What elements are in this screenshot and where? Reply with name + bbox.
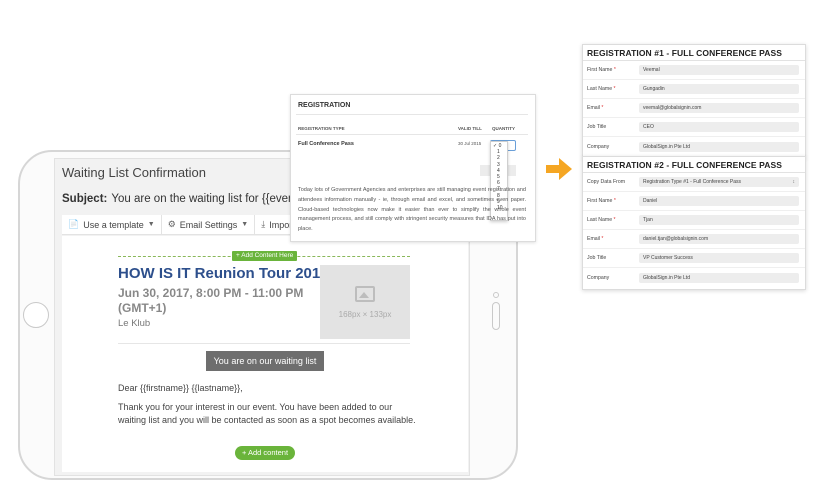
required-marker: * bbox=[612, 198, 616, 204]
image-size-label: 168px × 133px bbox=[338, 309, 392, 319]
email-settings-label: Email Settings bbox=[179, 219, 238, 230]
select-arrows-icon: ↕ bbox=[792, 179, 796, 185]
field-label: Copy Data From bbox=[587, 179, 626, 185]
form-title: REGISTRATION #2 - FULL CONFERENCE PASS bbox=[583, 157, 805, 173]
registration-form-1: REGISTRATION #1 - FULL CONFERENCE PASS Fi… bbox=[582, 44, 806, 158]
divider bbox=[296, 134, 528, 135]
add-content-button[interactable]: + Add content bbox=[235, 446, 295, 460]
field-label: First Name * bbox=[587, 67, 616, 73]
form-row: Last Name * Tjan bbox=[583, 211, 805, 230]
field-label: Company bbox=[587, 143, 610, 150]
pass-name: Full Conference Pass bbox=[298, 141, 354, 147]
home-button bbox=[23, 302, 49, 328]
page-title: Waiting List Confirmation bbox=[62, 165, 207, 180]
image-placeholder[interactable]: 168px × 133px bbox=[320, 265, 410, 339]
col-valid-till: VALID TILL bbox=[458, 126, 482, 131]
greeting-text: Dear {{firstname}} {{lastname}}, bbox=[118, 383, 243, 393]
use-template-label: Use a template bbox=[83, 219, 144, 230]
form-row: First Name * Veemal bbox=[583, 61, 805, 80]
form-title: REGISTRATION #1 - FULL CONFERENCE PASS bbox=[583, 45, 805, 61]
required-marker: * bbox=[599, 105, 604, 111]
body-text: Thank you for your interest in our event… bbox=[118, 402, 416, 425]
side-slot bbox=[492, 302, 500, 330]
form-row: Email * daniel.tjan@globalsignin.com bbox=[583, 230, 805, 249]
field-input[interactable]: GlobalSign.in Pte Ltd bbox=[639, 272, 799, 283]
form-row: Last Name * Gungadin bbox=[583, 80, 805, 99]
arrow-right-icon bbox=[546, 158, 572, 180]
divider bbox=[296, 114, 528, 115]
field-label: Company bbox=[587, 274, 610, 281]
event-title: HOW IS IT Reunion Tour 2017 bbox=[118, 265, 329, 282]
form-row: Company GlobalSign.in Pte Ltd bbox=[583, 137, 805, 156]
event-date: Jun 30, 2017, 8:00 PM - 11:00 PM (GMT+1) bbox=[118, 286, 304, 315]
field-label: Last Name * bbox=[587, 217, 616, 223]
field-input[interactable]: Veemal bbox=[639, 65, 799, 75]
field-label: First Name * bbox=[587, 198, 616, 204]
email-settings-button[interactable]: ⚙ Email Settings ▼ bbox=[162, 214, 256, 235]
field-label: Email * bbox=[587, 105, 604, 111]
form-row: Company GlobalSign.in Pte Ltd bbox=[583, 268, 805, 287]
field-input[interactable]: CEO bbox=[639, 122, 799, 132]
file-icon: 📄 bbox=[68, 219, 80, 229]
field-input[interactable]: VP Customer Success bbox=[639, 253, 799, 263]
registration-form-2: REGISTRATION #2 - FULL CONFERENCE PASS Co… bbox=[582, 156, 806, 290]
camera-dot bbox=[493, 292, 499, 298]
chevron-down-icon: ▼ bbox=[241, 221, 249, 228]
form-row: Job Title CEO bbox=[583, 118, 805, 137]
waiting-list-button[interactable]: You are on our waiting list bbox=[206, 351, 324, 371]
registration-title: REGISTRATION bbox=[298, 102, 351, 109]
gear-icon: ⚙ bbox=[167, 219, 176, 229]
field-label: Email * bbox=[587, 236, 604, 242]
form-row: First Name * Daniel bbox=[583, 192, 805, 211]
required-marker: * bbox=[612, 67, 616, 73]
download-icon: ⤓ bbox=[261, 219, 266, 229]
required-marker: * bbox=[599, 236, 604, 242]
divider bbox=[118, 343, 410, 344]
use-template-button[interactable]: 📄 Use a template ▼ bbox=[62, 214, 162, 235]
field-input[interactable]: veemal@globalsignin.com bbox=[639, 103, 799, 113]
required-marker: * bbox=[612, 217, 616, 223]
field-label: Job Title bbox=[587, 124, 607, 130]
col-registration-type: REGISTRATION TYPE bbox=[298, 126, 345, 131]
field-input[interactable]: GlobalSign.in Pte Ltd bbox=[639, 141, 799, 152]
add-content-here-button[interactable]: + Add Content Here bbox=[232, 251, 298, 261]
valid-till-value: 30 Jul 2015 bbox=[458, 141, 482, 146]
field-input[interactable]: daniel.tjan@globalsignin.com bbox=[639, 234, 799, 244]
field-label: Job Title bbox=[587, 255, 607, 261]
subject-label: Subject: bbox=[62, 193, 108, 205]
copy-data-select[interactable]: Registration Type #1 - Full Conference P… bbox=[639, 177, 799, 187]
form-row: Copy Data From Registration Type #1 - Ful… bbox=[583, 173, 805, 192]
field-input[interactable]: Gungadin bbox=[639, 84, 799, 94]
chevron-down-icon: ▼ bbox=[147, 221, 155, 228]
form-row: Email * veemal@globalsignin.com bbox=[583, 99, 805, 118]
col-quantity: QUANTITY bbox=[492, 126, 515, 131]
field-label: Last Name * bbox=[587, 86, 616, 92]
registration-description: Today lots of Government Agencies and en… bbox=[298, 187, 526, 233]
required-marker: * bbox=[612, 86, 616, 92]
field-input[interactable]: Tjan bbox=[639, 215, 799, 225]
form-row: Job Title VP Customer Success bbox=[583, 249, 805, 268]
field-input[interactable]: Daniel bbox=[639, 196, 799, 206]
event-venue: Le Klub bbox=[118, 318, 151, 329]
image-icon bbox=[355, 285, 375, 302]
